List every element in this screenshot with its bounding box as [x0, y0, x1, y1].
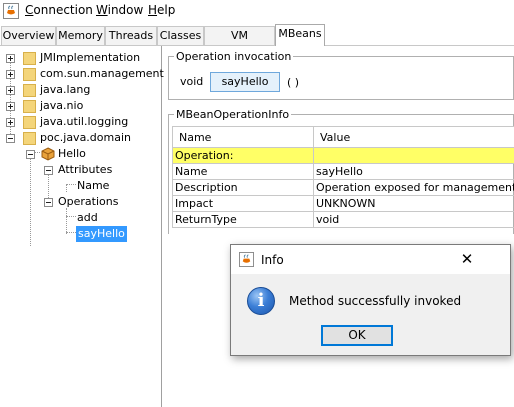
tree-node-label: java.lang — [40, 83, 91, 96]
params-label: ( ) — [287, 76, 300, 89]
tree-node-label: Name — [77, 179, 110, 192]
row-key: Impact — [172, 195, 314, 212]
tree-node-label: JMImplementation — [40, 51, 141, 64]
expand-icon[interactable] — [6, 54, 15, 63]
operation-info-title: MBeanOperationInfo — [174, 108, 292, 121]
tab-vm-summary[interactable]: VM Summary — [204, 26, 275, 60]
info-dialog: Info ✕ i Method successfully invoked OK — [230, 244, 511, 356]
dialog-message: Method successfully invoked — [289, 294, 462, 308]
tree-node-label: java.nio — [40, 99, 84, 112]
tree-node-label: Attributes — [58, 163, 113, 176]
mbean-icon — [41, 147, 55, 161]
close-icon[interactable]: ✕ — [457, 249, 477, 269]
table-row[interactable]: Description Operation exposed for manage… — [172, 179, 514, 196]
tree-node-label: Hello — [58, 147, 86, 160]
menu-help[interactable]: Help — [148, 3, 175, 17]
table-row-section[interactable]: Operation: — [172, 147, 514, 164]
java-cup-icon — [3, 3, 19, 19]
column-header-value[interactable]: Value — [313, 126, 514, 148]
folder-icon — [23, 116, 36, 129]
expand-icon[interactable] — [6, 118, 15, 127]
java-cup-icon — [239, 252, 254, 267]
tree-node-label: Operations — [58, 195, 119, 208]
expand-icon[interactable] — [6, 70, 15, 79]
tree-node-label: sayHello — [76, 226, 127, 242]
table-row[interactable]: Impact UNKNOWN — [172, 195, 514, 212]
tree-node-label: java.util.logging — [40, 115, 129, 128]
info-icon: i — [247, 287, 275, 315]
table-row[interactable]: ReturnType void — [172, 211, 514, 228]
dialog-title: Info — [261, 253, 284, 267]
row-value: void — [313, 211, 514, 228]
folder-icon — [23, 132, 36, 145]
tab-overview[interactable]: Overview — [1, 26, 56, 45]
tab-classes[interactable]: Classes — [157, 26, 204, 45]
table-header: Name Value — [172, 126, 514, 148]
dialog-title-bar[interactable]: Info ✕ — [231, 245, 510, 274]
folder-icon — [23, 100, 36, 113]
table-row[interactable]: Name sayHello — [172, 163, 514, 180]
tab-threads[interactable]: Threads — [105, 26, 157, 45]
folder-icon — [23, 84, 36, 97]
row-value: sayHello — [313, 163, 514, 180]
sayhello-invoke-button[interactable]: sayHello — [210, 72, 280, 92]
operation-invocation-title: Operation invocation — [174, 50, 294, 63]
section-value — [313, 147, 514, 164]
row-value: Operation exposed for management — [313, 179, 514, 196]
collapse-icon[interactable] — [44, 166, 53, 175]
row-key: Description — [172, 179, 314, 196]
collapse-icon[interactable] — [6, 134, 15, 143]
tab-memory[interactable]: Memory — [56, 26, 105, 45]
menu-bar: Connection Window Help — [0, 0, 514, 22]
collapse-icon[interactable] — [26, 150, 35, 159]
tree-node-label: add — [77, 211, 98, 224]
menu-window[interactable]: Window — [96, 3, 143, 17]
ok-button[interactable]: OK — [321, 325, 393, 346]
tab-mbeans[interactable]: MBeans — [275, 24, 325, 46]
section-label: Operation: — [172, 147, 314, 164]
mbean-tree: JMImplementation com.sun.management java… — [0, 46, 164, 407]
row-value: UNKNOWN — [313, 195, 514, 212]
tree-node-label: poc.java.domain — [40, 131, 131, 144]
operation-info-table: Name Value Operation: Name sayHello Desc… — [172, 126, 514, 228]
folder-icon — [23, 68, 36, 81]
return-type-label: void — [180, 75, 204, 88]
row-key: Name — [172, 163, 314, 180]
expand-icon[interactable] — [6, 102, 15, 111]
row-key: ReturnType — [172, 211, 314, 228]
tree-node-label: com.sun.management — [40, 67, 164, 80]
menu-connection[interactable]: Connection — [25, 3, 93, 17]
expand-icon[interactable] — [6, 86, 15, 95]
column-header-name[interactable]: Name — [172, 126, 314, 148]
tab-bar: Overview Memory Threads Classes VM Summa… — [0, 24, 514, 60]
folder-icon — [23, 52, 36, 65]
collapse-icon[interactable] — [44, 198, 53, 207]
